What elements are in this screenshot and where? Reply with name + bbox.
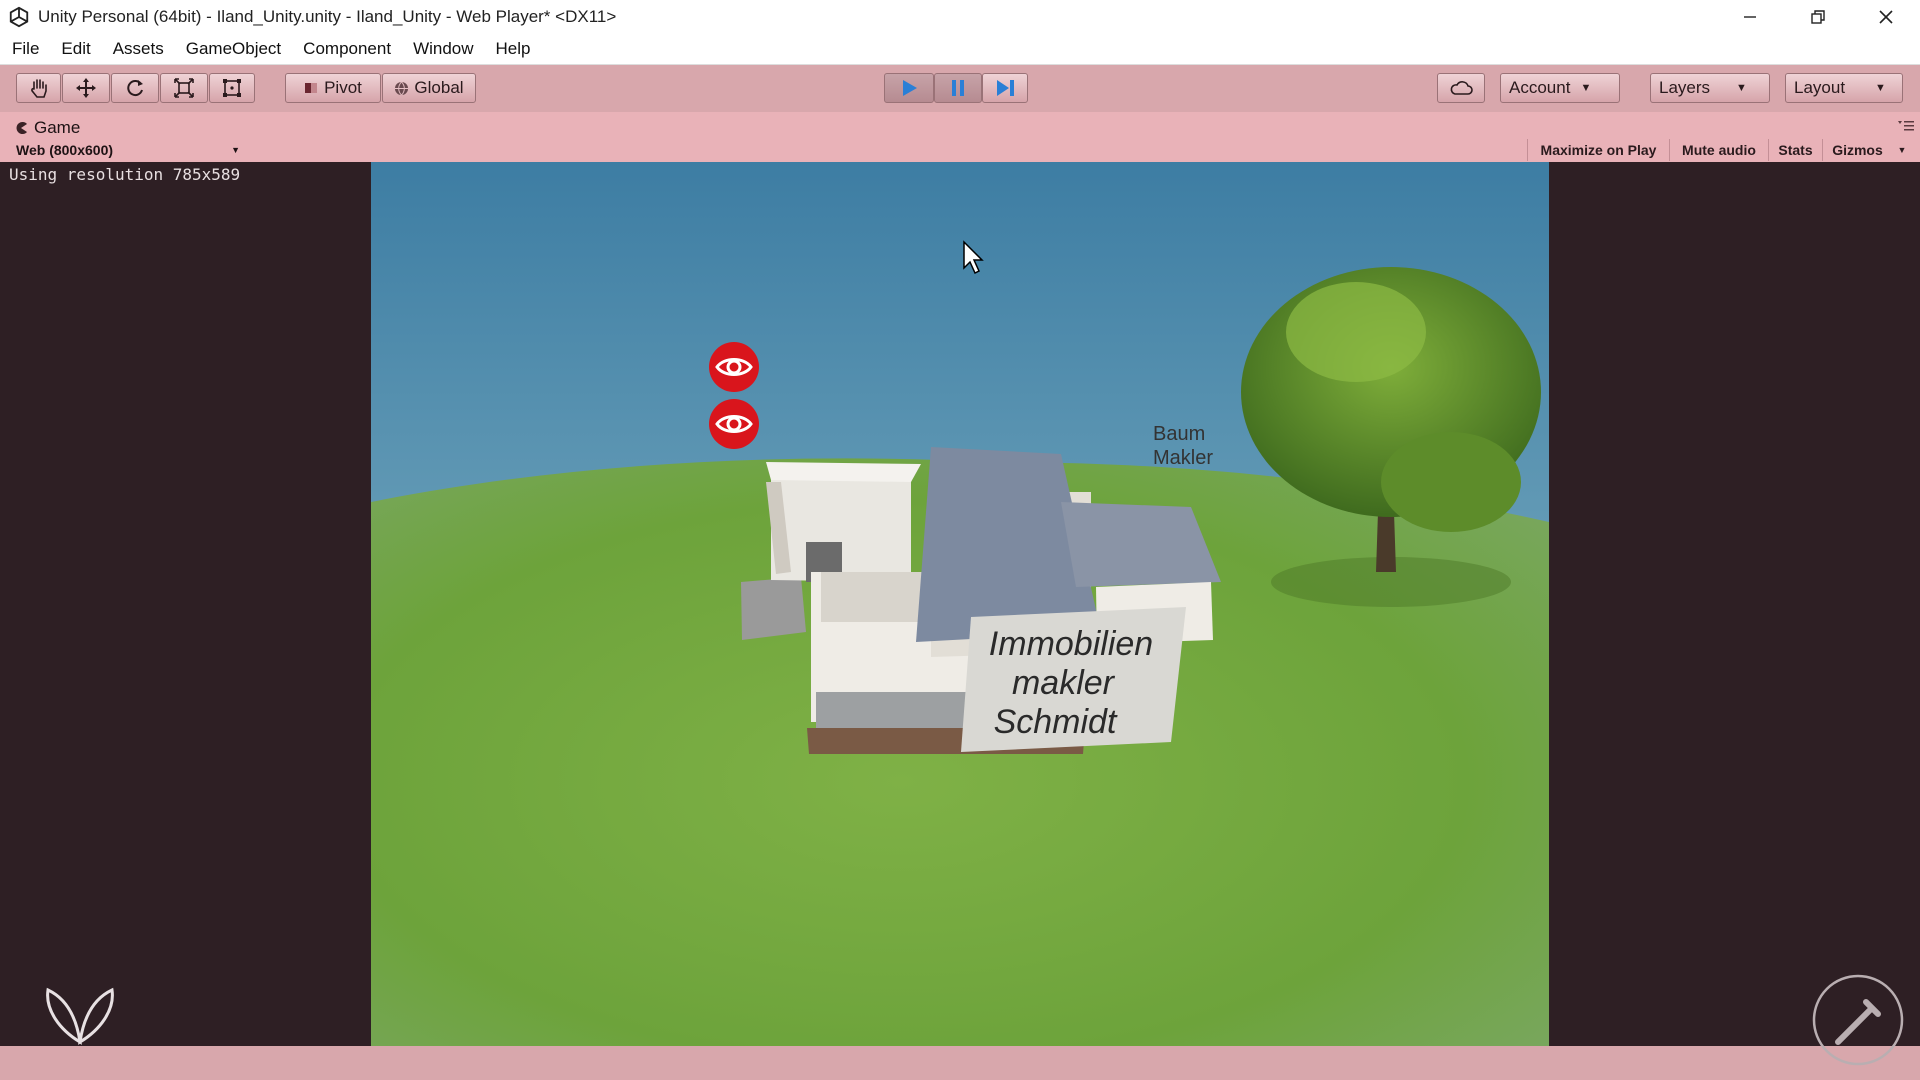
menu-edit[interactable]: Edit xyxy=(50,39,101,59)
house-courtyard xyxy=(821,572,931,622)
pause-icon xyxy=(952,80,964,96)
house-left-wing-roof xyxy=(766,462,921,482)
window-title-bar: Unity Personal (64bit) - Iland_Unity.uni… xyxy=(0,0,1920,34)
mute-audio-toggle[interactable]: Mute audio xyxy=(1669,139,1768,161)
game-panel-header: Game Web (800x600) ▼ Maximize on Play Mu… xyxy=(0,112,1920,162)
floating-label-line-1: Baum xyxy=(1153,423,1205,445)
pause-button[interactable] xyxy=(934,73,982,103)
menu-help[interactable]: Help xyxy=(485,39,542,59)
layout-dropdown[interactable]: Layout ▼ xyxy=(1785,73,1903,103)
chevron-down-icon: ▼ xyxy=(1580,82,1592,94)
layers-label: Layers xyxy=(1659,78,1711,97)
step-button[interactable] xyxy=(982,73,1028,103)
play-icon xyxy=(903,80,917,96)
close-button[interactable] xyxy=(1852,0,1920,34)
sign-text-line-2: makler xyxy=(1012,664,1116,702)
stats-toggle[interactable]: Stats xyxy=(1768,139,1822,161)
eye-icon xyxy=(709,399,759,449)
sign-text-line-3: Schmidt xyxy=(994,703,1118,741)
scale-tool-button[interactable] xyxy=(160,73,208,103)
rect-tool-button[interactable] xyxy=(209,73,255,103)
layers-dropdown[interactable]: Layers ▼ xyxy=(1650,73,1770,103)
game-viewport[interactable]: Immobilien makler Schmidt Baum Makler xyxy=(371,162,1549,1046)
maximize-on-play-toggle[interactable]: Maximize on Play xyxy=(1527,139,1669,161)
account-dropdown[interactable]: Account ▼ xyxy=(1500,73,1620,103)
resolution-select-value: Web (800x600) xyxy=(16,141,114,158)
main-toolbar: Pivot Global Account ▼ Layers ▼ Layout ▼ xyxy=(0,65,1920,112)
mouse-cursor-icon xyxy=(963,240,984,275)
cloud-icon xyxy=(1450,81,1473,95)
chevron-down-icon: ▼ xyxy=(231,144,240,155)
globe-icon xyxy=(395,81,409,95)
chevron-down-icon: ▼ xyxy=(1875,82,1886,94)
rect-tool-icon xyxy=(223,79,241,97)
menu-file[interactable]: File xyxy=(0,39,50,59)
chevron-down-icon[interactable]: ▼ xyxy=(1892,139,1912,161)
tab-game[interactable]: Game xyxy=(14,118,80,138)
game-tab-icon xyxy=(16,122,27,134)
hand-tool-icon xyxy=(30,79,47,98)
sign-text-line-1: Immobilien xyxy=(989,625,1153,663)
menu-component[interactable]: Component xyxy=(292,39,402,59)
resolution-info-text: Using resolution 785x589 xyxy=(9,165,241,184)
tool-watermark-icon xyxy=(1812,974,1904,1066)
status-bar xyxy=(0,1046,1920,1080)
floating-label-line-2: Makler xyxy=(1153,447,1213,469)
resolution-select[interactable]: Web (800x600) ▼ xyxy=(8,139,246,160)
hotspot-eye-button-2[interactable] xyxy=(708,398,760,450)
restore-icon xyxy=(1811,10,1825,24)
menu-window[interactable]: Window xyxy=(402,39,484,59)
pivot-icon xyxy=(305,83,318,93)
chevron-down-icon: ▼ xyxy=(1736,82,1747,94)
panel-menu-icon[interactable] xyxy=(1898,120,1914,132)
play-button[interactable] xyxy=(884,73,934,103)
global-toggle[interactable]: Global xyxy=(382,73,476,103)
cloud-button[interactable] xyxy=(1437,73,1485,103)
global-label: Global xyxy=(414,78,464,97)
scale-tool-icon xyxy=(174,78,194,98)
move-tool-button[interactable] xyxy=(62,73,110,103)
menu-bar: File Edit Assets GameObject Component Wi… xyxy=(0,34,1920,65)
hand-tool-button[interactable] xyxy=(16,73,61,103)
tab-game-label: Game xyxy=(34,118,81,137)
close-icon xyxy=(1879,10,1893,24)
rotate-tool-button[interactable] xyxy=(111,73,159,103)
butterfly-logo-icon xyxy=(46,987,114,1045)
tree-crown-lower xyxy=(1381,432,1521,532)
minimize-button[interactable] xyxy=(1716,0,1784,34)
tree-crown-highlight xyxy=(1286,282,1426,382)
step-icon xyxy=(997,80,1014,96)
rotate-tool-icon xyxy=(127,80,143,97)
restore-button[interactable] xyxy=(1784,0,1852,34)
hotspot-eye-button-1[interactable] xyxy=(708,341,760,393)
eye-icon xyxy=(709,342,759,392)
house-base xyxy=(741,577,806,640)
window-title: Unity Personal (64bit) - Iland_Unity.uni… xyxy=(38,7,617,26)
menu-assets[interactable]: Assets xyxy=(102,39,175,59)
gizmos-toggle[interactable]: Gizmos xyxy=(1822,139,1892,161)
scene-render: Immobilien makler Schmidt Baum Makler xyxy=(371,162,1549,1046)
minimize-icon xyxy=(1744,16,1756,18)
pivot-toggle[interactable]: Pivot xyxy=(285,73,381,103)
layout-label: Layout xyxy=(1794,78,1846,97)
move-tool-icon xyxy=(76,78,96,98)
pivot-label: Pivot xyxy=(324,78,362,97)
menu-gameobject[interactable]: GameObject xyxy=(175,39,292,59)
unity-logo-icon xyxy=(9,6,29,28)
account-label: Account xyxy=(1509,78,1571,97)
